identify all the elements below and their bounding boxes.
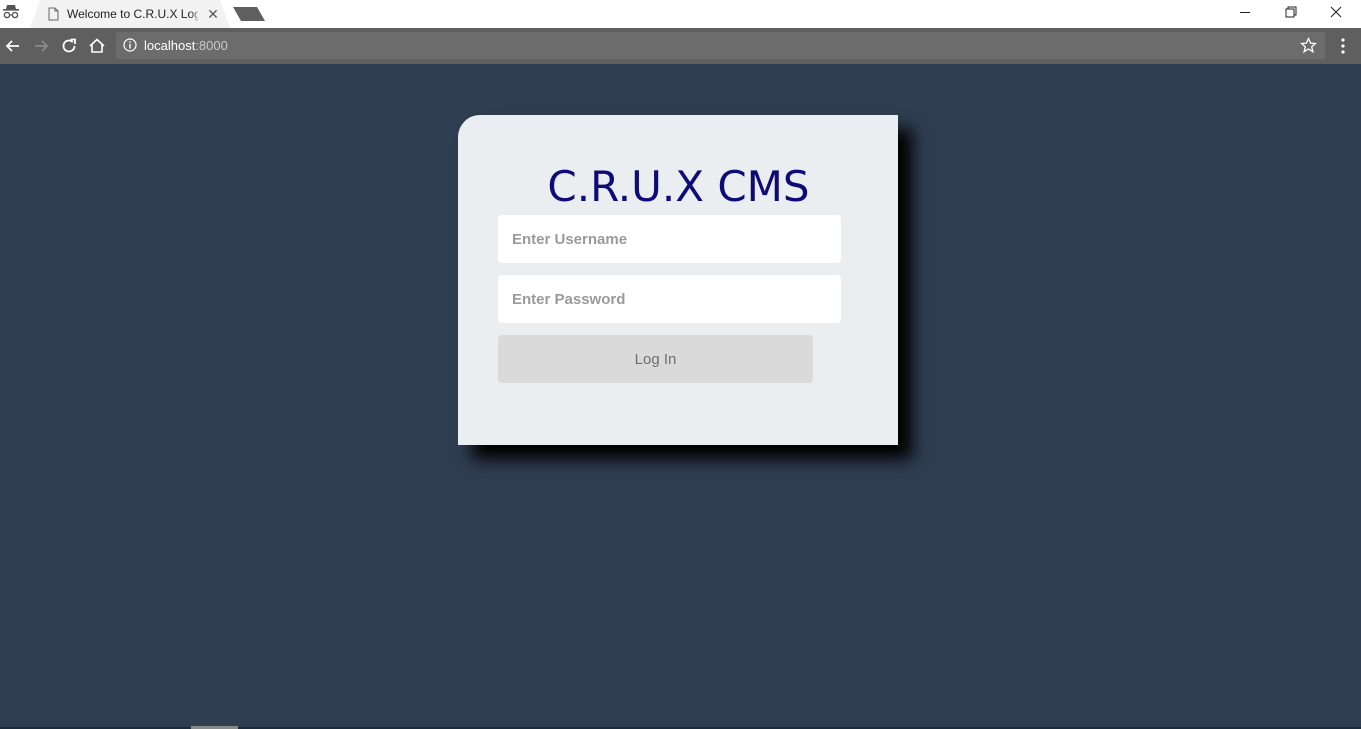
incognito-icon [3, 5, 19, 19]
page-icon [48, 7, 59, 21]
password-input[interactable] [498, 275, 841, 323]
brand-text: C.R.U.X CMS [547, 162, 810, 211]
minimize-icon[interactable] [1222, 0, 1267, 28]
reload-icon[interactable] [59, 36, 79, 56]
tab-active[interactable]: Welcome to C.R.U.X Login ✕ [30, 0, 230, 28]
forward-icon[interactable] [31, 36, 51, 56]
url-port: :8000 [195, 38, 228, 53]
url-text: localhost:8000 [144, 38, 228, 54]
url-host: localhost [144, 38, 196, 53]
home-icon[interactable] [87, 36, 107, 56]
new-tab-button[interactable] [232, 6, 266, 22]
login-button[interactable]: Log In [498, 335, 813, 383]
back-icon[interactable] [3, 36, 23, 56]
restore-icon[interactable] [1267, 0, 1312, 28]
login-card: C.R.U.X CMS Log In [458, 115, 898, 445]
username-input[interactable] [498, 215, 841, 263]
window-close-icon[interactable] [1313, 0, 1358, 28]
browser-titlebar: Welcome to C.R.U.X Login ✕ [0, 0, 1361, 28]
address-bar[interactable]: localhost:8000 [116, 32, 1325, 59]
tab-title: Welcome to C.R.U.X Login [67, 7, 198, 21]
page-body: C.R.U.X CMS Log In [0, 64, 1361, 729]
close-icon[interactable]: ✕ [206, 6, 220, 22]
menu-icon[interactable] [1333, 36, 1353, 56]
tab-title-fade [190, 4, 202, 24]
info-icon[interactable] [123, 38, 137, 52]
browser-toolbar: localhost:8000 [0, 28, 1361, 64]
brand-title: C.R.U.X CMS [458, 159, 898, 215]
star-icon[interactable] [1300, 37, 1317, 54]
